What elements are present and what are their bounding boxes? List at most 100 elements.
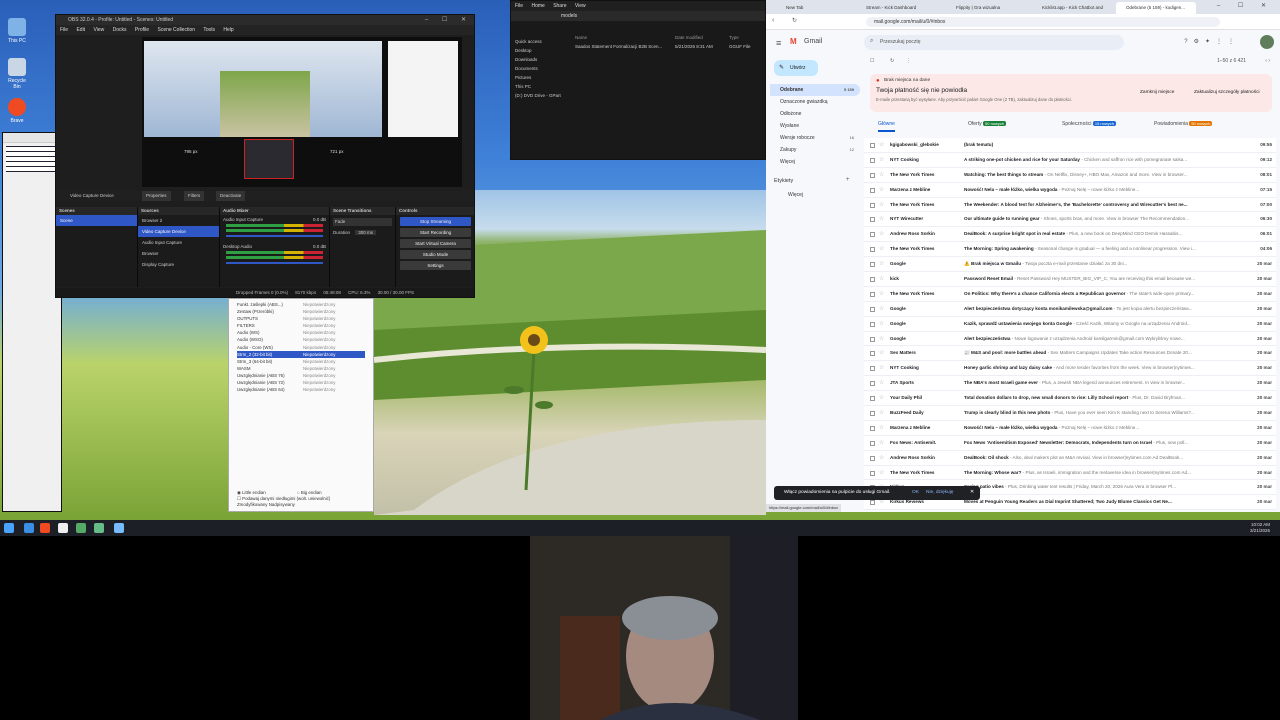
star-icon[interactable]: ☆ — [879, 346, 884, 360]
star-icon[interactable]: ☆ — [879, 466, 884, 480]
column-name[interactable]: Name — [575, 35, 587, 40]
reload-icon[interactable]: ↻ — [792, 17, 797, 24]
browser-tab[interactable]: New Tab — [776, 2, 846, 14]
row-checkbox[interactable] — [870, 143, 875, 148]
browser-window-controls[interactable]: – ☐ ✕ — [1217, 2, 1274, 9]
table-row[interactable]: ☆ BuzzFeed Daily Trump is clearly blind in… — [864, 406, 1276, 421]
category-tab[interactable]: Powiadomienia 50 nowych — [1154, 116, 1213, 132]
row-checkbox[interactable] — [870, 411, 875, 417]
address-bar[interactable]: mail.google.com/mail/u/0/#inbox — [866, 17, 1220, 27]
row-checkbox[interactable] — [870, 321, 875, 327]
settings-button[interactable]: Settings — [400, 261, 471, 270]
row-checkbox[interactable] — [870, 500, 875, 506]
big-endian-radio[interactable]: ○ Big endian — [297, 490, 322, 495]
table-row[interactable]: ☆ Fox News: Antisemit. Fox News 'Antisemit… — [864, 435, 1276, 451]
column-date[interactable]: Date modified — [675, 35, 703, 40]
menu-scene-collection[interactable]: Scene Collection — [157, 27, 195, 33]
close-icon[interactable]: ✕ — [970, 486, 974, 500]
brave-taskbar-icon[interactable] — [40, 523, 50, 533]
table-row[interactable]: ☆ Google Alert bezpieczeństwa - Nowe logow… — [864, 331, 1276, 347]
alert-action-button[interactable]: Zaktualizuj szczegóły płatności — [1194, 90, 1260, 95]
app-taskbar-icon[interactable] — [114, 523, 124, 533]
row-checkbox[interactable] — [870, 336, 875, 342]
table-row[interactable]: ☆ Your Daily Phil Total donation dollars t… — [864, 391, 1276, 407]
row-checkbox[interactable] — [870, 440, 875, 446]
table-row[interactable]: ☆ The New York Times On Politics: Why ther… — [864, 286, 1276, 302]
menu-tools[interactable]: Tools — [203, 27, 215, 33]
star-icon[interactable]: ☆ — [879, 168, 884, 182]
table-row[interactable]: ☆ JTA Sports The NBA's most Israeli game e… — [864, 376, 1276, 392]
row-checkbox[interactable] — [870, 470, 875, 476]
nav-item-zakupy[interactable]: Zakupy 12 — [770, 144, 860, 156]
column-type[interactable]: Type — [729, 35, 739, 40]
ribbon-tab-view[interactable]: View — [575, 3, 586, 9]
nav-item-wysłane[interactable]: Wysłane — [770, 120, 860, 132]
properties-button[interactable]: Properties — [142, 191, 171, 201]
table-row[interactable]: ☆ The New York Times The Morning: Spring a… — [864, 242, 1276, 258]
browser-tab[interactable]: Flippity | Gra wizualna — [946, 2, 1026, 14]
star-icon[interactable]: ☆ — [879, 198, 884, 212]
stop-streaming-button[interactable]: Stop Streaming — [400, 217, 471, 226]
source-item[interactable]: Video Capture Device — [138, 226, 219, 237]
toast-no-button[interactable]: Nie, dziękuję — [926, 486, 953, 500]
star-icon[interactable]: ☆ — [879, 302, 884, 316]
encoding-row[interactable]: Strm_3 (64-bit bit) Niepotwierdzony — [237, 358, 365, 365]
table-row[interactable]: ☆ Andrew Ross Sorkin DealBook: A surprise … — [864, 227, 1276, 243]
source-item[interactable]: Browser — [138, 248, 219, 259]
row-checkbox[interactable] — [870, 381, 875, 387]
star-icon[interactable]: ☆ — [879, 242, 884, 256]
row-checkbox[interactable] — [870, 396, 875, 402]
browser-tab[interactable]: Kicklist.app - Kick Chatbot and Clo... — [1032, 2, 1112, 14]
deactivate-button[interactable]: Deactivate — [216, 191, 246, 201]
encoding-row[interactable]: Strm_2 (32-bit bit) Niepotwierdzony — [237, 350, 365, 358]
menu-help[interactable]: Help — [223, 27, 233, 33]
table-row[interactable]: ☆ Google Kazik, sprawdź ustawienia swojego… — [864, 316, 1276, 332]
row-checkbox[interactable] — [870, 157, 875, 163]
table-row[interactable]: ☆ Google Alert bezpieczeństwa dotyczący ko… — [864, 301, 1276, 317]
row-checkbox[interactable] — [870, 351, 875, 357]
row-checkbox[interactable] — [870, 425, 875, 431]
table-row[interactable]: ☆ NYT Cooking Honey garlic shrimp and lazy… — [864, 361, 1276, 377]
file-row[interactable]: Saados Statement Formalizacji B2B Scen..… — [575, 44, 765, 53]
encoding-row[interactable]: WASM Niepotwierdzony — [237, 365, 365, 372]
system-clock[interactable]: 10:02 AM 3/21/2026 — [1250, 522, 1270, 534]
star-icon[interactable]: ☆ — [879, 138, 884, 152]
row-checkbox[interactable] — [870, 232, 875, 238]
ribbon-tab-home[interactable]: Home — [531, 3, 544, 9]
ribbon-tab-share[interactable]: Share — [553, 3, 566, 9]
app-taskbar-icon[interactable] — [94, 523, 104, 533]
table-row[interactable]: ☆ Andrew Ross Sorkin DealBook: Oil shock -… — [864, 450, 1276, 466]
row-checkbox[interactable] — [870, 262, 875, 268]
obs-preview-canvas[interactable]: 795 px 721 px — [142, 37, 462, 187]
nav-item[interactable]: Desktop — [515, 48, 573, 57]
refresh-icon[interactable]: ↻ — [890, 58, 894, 64]
labels-more[interactable]: Więcej — [788, 192, 803, 198]
row-checkbox[interactable] — [870, 187, 875, 193]
select-all-checkbox[interactable]: ☐ — [870, 58, 874, 64]
category-tab[interactable]: Główne — [878, 116, 895, 132]
browser-tab-active[interactable]: Odebrane (5 159) - kodigen... — [1116, 2, 1196, 14]
category-tab[interactable]: Społeczności 15 nowych — [1062, 116, 1116, 132]
row-checkbox[interactable] — [870, 291, 875, 297]
row-checkbox[interactable] — [870, 202, 875, 208]
table-row[interactable]: ☆ kick Password Reset Email - Reset Passwo… — [864, 272, 1276, 287]
star-icon[interactable]: ☆ — [879, 227, 884, 241]
source-item[interactable]: Browser 2 — [138, 215, 219, 226]
encoding-row[interactable]: Uwzględnianie (ABS 76) Niepotwierdzony — [237, 372, 365, 379]
star-icon[interactable]: ☆ — [879, 272, 884, 286]
nav-item-więcej[interactable]: Więcej — [770, 156, 860, 168]
star-icon[interactable]: ☆ — [879, 421, 884, 435]
encoding-row[interactable]: Funkt. zaślepki (ABS...) Niepotwierdzony — [237, 301, 365, 308]
ribbon-tab-file[interactable]: File — [515, 3, 523, 9]
nav-item[interactable]: This PC — [515, 84, 573, 93]
star-icon[interactable]: ☆ — [879, 451, 884, 465]
obs-window-controls[interactable]: – ☐ ✕ — [425, 15, 472, 25]
this-pc-desktop-icon[interactable]: This PC — [4, 18, 30, 44]
table-row[interactable]: ☆ Marzena z Mebline Nowość! Nela – małe łó… — [864, 420, 1276, 436]
duration-input[interactable]: 300 ms — [355, 230, 377, 235]
encoding-row[interactable]: Uwzględnianie (ABS 72) Niepotwierdzony — [237, 379, 365, 386]
source-item[interactable]: Display Capture — [138, 259, 219, 270]
avatar[interactable] — [1260, 35, 1274, 49]
transition-type-select[interactable]: Fade — [333, 218, 392, 226]
table-row[interactable]: ☆ NYT Cooking A striking one-pot chicken a… — [864, 152, 1276, 168]
